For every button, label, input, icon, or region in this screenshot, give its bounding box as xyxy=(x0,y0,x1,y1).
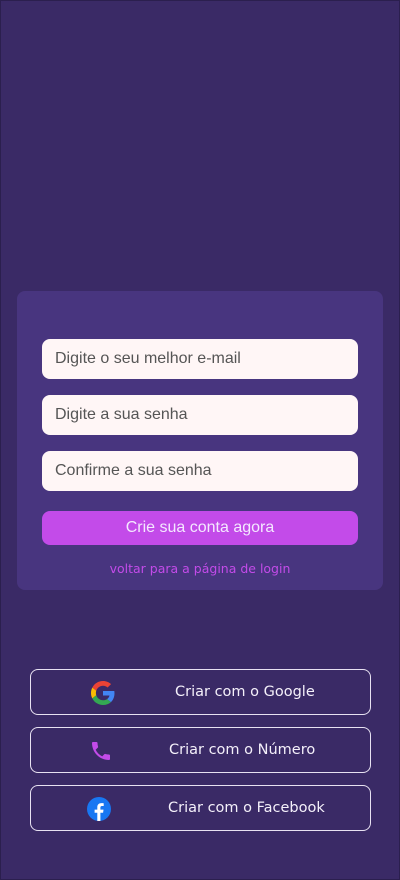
password-field[interactable] xyxy=(42,395,358,435)
google-signup-button[interactable]: Criar com o Google xyxy=(30,669,371,715)
google-signup-label: Criar com o Google xyxy=(175,684,315,700)
facebook-signup-button[interactable]: Criar com o Facebook xyxy=(30,785,371,831)
email-field[interactable] xyxy=(42,339,358,379)
phone-icon xyxy=(89,739,113,763)
phone-signup-button[interactable]: Criar com o Número xyxy=(30,727,371,773)
phone-signup-label: Criar com o Número xyxy=(169,742,316,758)
signup-card: Crie sua conta agora voltar para a págin… xyxy=(17,291,383,590)
create-account-button[interactable]: Crie sua conta agora xyxy=(42,511,358,545)
facebook-icon xyxy=(87,797,111,821)
back-to-login-link[interactable]: voltar para a página de login xyxy=(17,561,383,576)
confirm-password-field[interactable] xyxy=(42,451,358,491)
google-icon xyxy=(91,681,115,705)
facebook-signup-label: Criar com o Facebook xyxy=(168,800,325,816)
